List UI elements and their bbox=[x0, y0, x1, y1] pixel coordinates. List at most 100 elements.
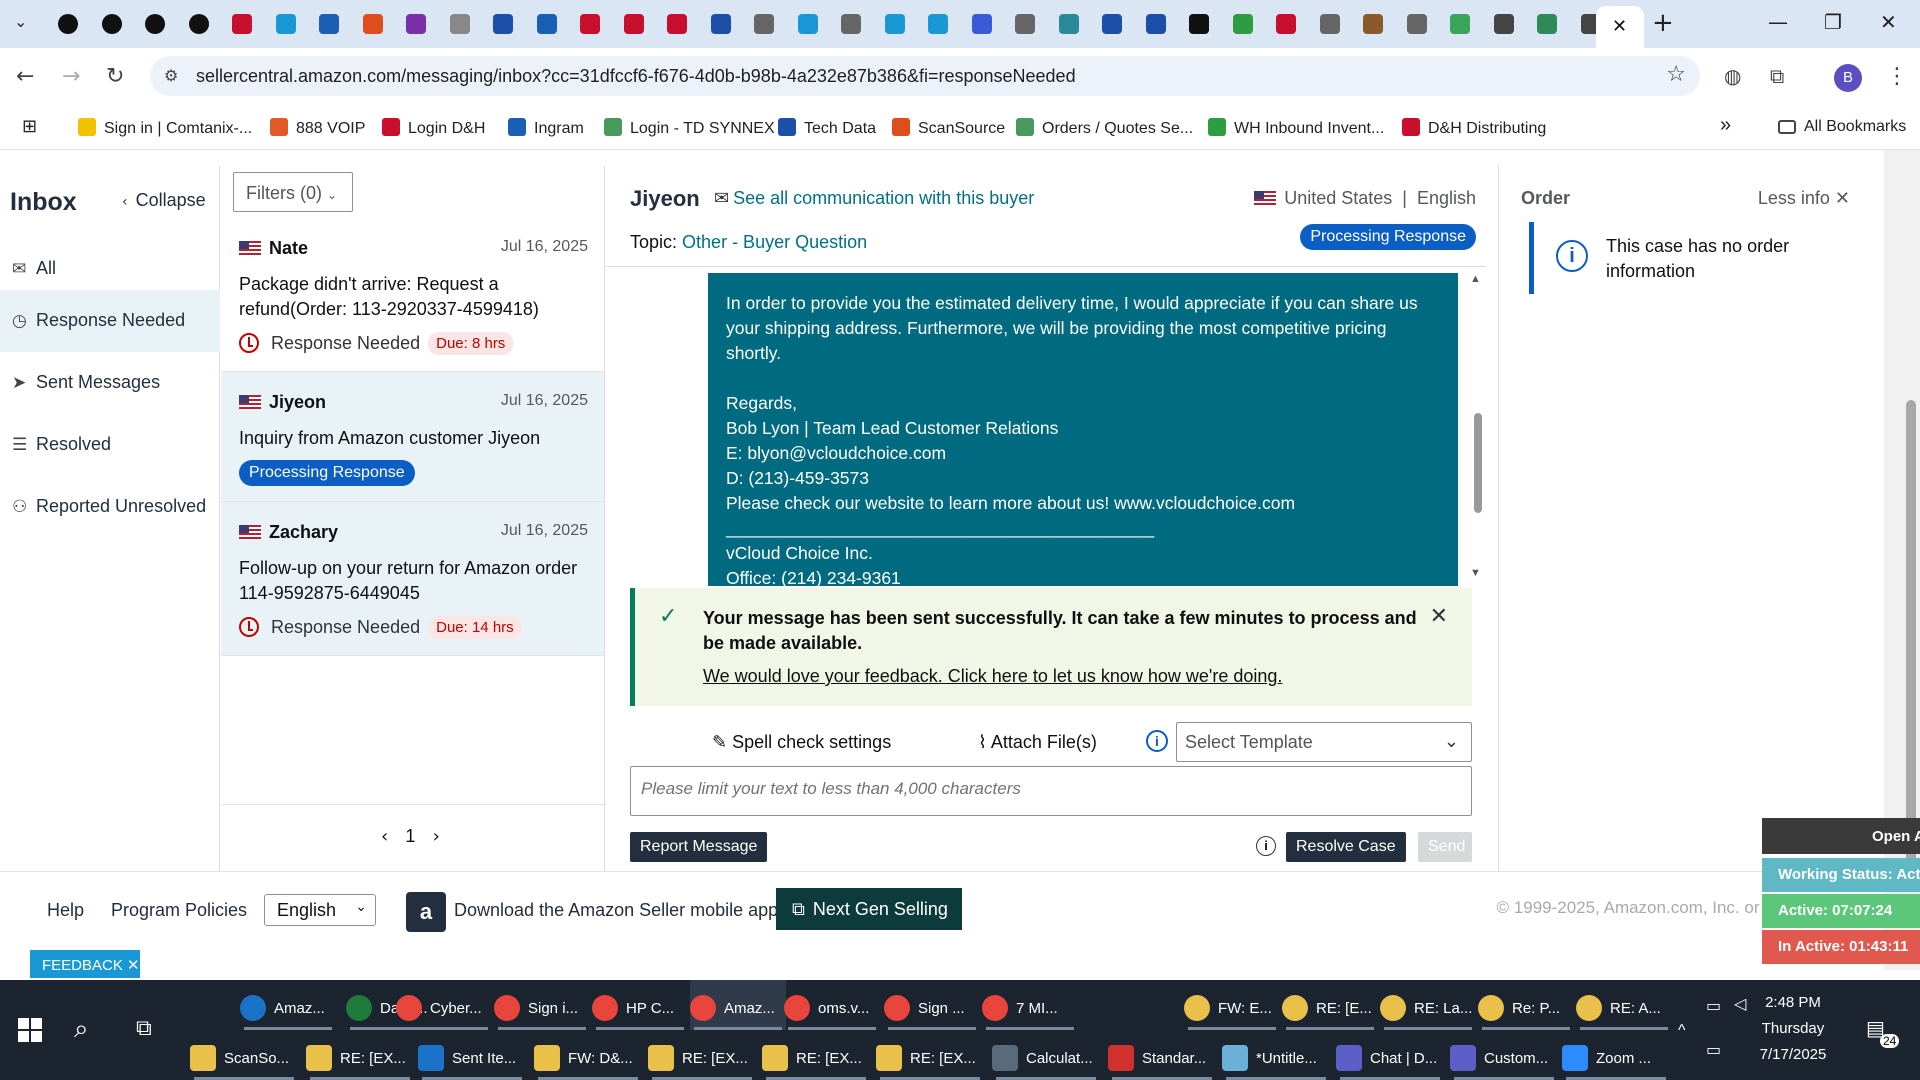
taskbar-item[interactable]: RE: [E... bbox=[1282, 980, 1378, 1030]
tab-favicon[interactable] bbox=[1276, 14, 1296, 34]
bookmark-item[interactable]: Tech Data bbox=[778, 118, 876, 138]
tab-favicon[interactable] bbox=[362, 14, 383, 34]
tab-favicon[interactable] bbox=[667, 14, 687, 34]
tab-favicon[interactable] bbox=[1450, 14, 1470, 34]
info-icon[interactable]: i bbox=[1256, 836, 1276, 856]
taskbar-item[interactable]: Custom... bbox=[1450, 1030, 1558, 1080]
tab-close-icon[interactable]: ✕ bbox=[1612, 16, 1627, 37]
tab-favicon[interactable] bbox=[145, 14, 165, 34]
bookmark-item[interactable]: Login - TD SYNNEX bbox=[604, 118, 775, 138]
maximize-button[interactable]: ❐ bbox=[1824, 10, 1842, 34]
tray-chevron-icon[interactable]: ^ bbox=[1678, 1022, 1686, 1040]
topic-value[interactable]: Other - Buyer Question bbox=[682, 232, 867, 252]
status-widget-open[interactable]: Open A bbox=[1762, 818, 1920, 854]
system-clock[interactable]: 2:48 PM Thursday 7/17/2025 bbox=[1738, 990, 1848, 1068]
taskbar-item[interactable]: RE: [EX... bbox=[648, 1030, 756, 1080]
taskbar-item[interactable]: 7 MI... bbox=[982, 980, 1078, 1030]
taskbar-item[interactable]: Amaz... bbox=[240, 980, 336, 1030]
send-button[interactable]: Send bbox=[1418, 832, 1472, 862]
bookmark-item[interactable]: WH Inbound Invent... bbox=[1208, 118, 1384, 138]
page-scroll-thumb[interactable] bbox=[1906, 400, 1916, 880]
task-view-icon[interactable]: ⧉ bbox=[136, 1016, 152, 1041]
feedback-link[interactable]: We would love your feedback. Click here … bbox=[703, 666, 1282, 687]
bookmarks-overflow-icon[interactable]: » bbox=[1720, 114, 1731, 137]
taskbar-item[interactable]: Re: P... bbox=[1478, 980, 1574, 1030]
bookmark-item[interactable]: Orders / Quotes Se... bbox=[1016, 118, 1193, 138]
info-icon[interactable]: i bbox=[1146, 730, 1168, 752]
bookmark-item[interactable]: Login D&H bbox=[382, 118, 485, 138]
nav-resolved[interactable]: ☰ Resolved bbox=[0, 414, 220, 476]
tab-favicon[interactable] bbox=[1319, 14, 1340, 34]
tab-favicon[interactable] bbox=[623, 14, 644, 34]
see-all-communication-link[interactable]: ✉ See all communication with this buyer bbox=[714, 188, 1034, 209]
scroll-up-icon[interactable]: ▲ bbox=[1470, 273, 1481, 285]
tab-favicon[interactable] bbox=[275, 14, 296, 34]
taskbar-item[interactable]: oms.v... bbox=[784, 980, 880, 1030]
menu-icon[interactable]: ⋮ bbox=[1886, 64, 1908, 89]
bookmark-item[interactable]: Ingram bbox=[508, 118, 584, 138]
spell-check-button[interactable]: ✎ Spell check settings bbox=[712, 732, 891, 753]
message-card-jiyeon[interactable]: Jiyeon Jul 16, 2025 Inquiry from Amazon … bbox=[221, 372, 604, 502]
taskbar-item[interactable]: FW: E... bbox=[1184, 980, 1280, 1030]
tab-favicon[interactable] bbox=[797, 14, 818, 34]
windows-start-icon[interactable] bbox=[18, 1018, 42, 1042]
taskbar-item[interactable]: RE: [EX... bbox=[306, 1030, 414, 1080]
taskbar-item[interactable]: Calculat... bbox=[992, 1030, 1100, 1080]
next-page-icon[interactable]: › bbox=[433, 826, 440, 847]
tab-search-icon[interactable]: ⌄ bbox=[14, 12, 27, 31]
tab-favicon[interactable] bbox=[580, 14, 600, 34]
tab-favicon[interactable] bbox=[1145, 14, 1166, 34]
tab-favicon[interactable] bbox=[188, 14, 209, 34]
tab-favicon[interactable] bbox=[1232, 14, 1253, 34]
tab-favicon[interactable] bbox=[449, 14, 470, 34]
minimize-button[interactable]: — bbox=[1768, 10, 1788, 34]
tab-favicon[interactable] bbox=[58, 14, 78, 34]
network-icon[interactable]: ▭ bbox=[1706, 1040, 1721, 1059]
tab-favicon[interactable] bbox=[1363, 14, 1383, 34]
tab-favicon[interactable] bbox=[884, 14, 905, 34]
active-tab[interactable]: ✕ bbox=[1596, 6, 1644, 48]
search-icon[interactable]: ⌕ bbox=[74, 1014, 89, 1045]
bookmark-item[interactable]: D&H Distributing bbox=[1402, 118, 1546, 138]
taskbar-item[interactable]: *Untitle... bbox=[1222, 1030, 1330, 1080]
tab-favicon[interactable] bbox=[536, 14, 557, 34]
report-message-button[interactable]: Report Message bbox=[630, 832, 768, 862]
bookmark-star-icon[interactable]: ☆ bbox=[1666, 62, 1686, 87]
thread-scrollbar[interactable]: ▲ ▼ bbox=[1468, 273, 1486, 583]
nav-response-needed[interactable]: ◷ Response Needed bbox=[0, 290, 220, 352]
collapse-button[interactable]: ‹ Collapse bbox=[122, 190, 206, 211]
globe-icon[interactable]: ◍ bbox=[1724, 64, 1741, 88]
tab-favicon[interactable] bbox=[1189, 14, 1209, 34]
taskbar-item[interactable]: RE: [EX... bbox=[762, 1030, 870, 1080]
taskbar-item[interactable]: ScanSo... bbox=[190, 1030, 298, 1080]
tab-favicon[interactable] bbox=[841, 14, 861, 34]
attach-files-button[interactable]: ⌇ Attach File(s) bbox=[978, 732, 1097, 753]
bookmark-item[interactable]: ScanSource bbox=[892, 118, 1005, 138]
thread-scroll-thumb[interactable] bbox=[1474, 413, 1482, 513]
filters-button[interactable]: Filters (0) ⌄ bbox=[233, 172, 353, 212]
taskbar-item[interactable]: FW: D&... bbox=[534, 1030, 642, 1080]
address-bar[interactable]: ⚙ sellercentral.amazon.com/messaging/inb… bbox=[150, 56, 1700, 96]
taskbar-item[interactable]: RE: La... bbox=[1380, 980, 1476, 1030]
taskbar-item[interactable]: Cyber... bbox=[396, 980, 492, 1030]
taskbar-item[interactable]: Amaz... bbox=[690, 980, 786, 1030]
help-link[interactable]: Help bbox=[47, 900, 84, 921]
taskbar-item[interactable]: Sent Ite... bbox=[418, 1030, 526, 1080]
bookmark-item[interactable]: Sign in | Comtanix-... bbox=[78, 118, 252, 138]
scroll-down-icon[interactable]: ▼ bbox=[1470, 567, 1481, 579]
taskbar-item[interactable]: Chat | D... bbox=[1336, 1030, 1444, 1080]
taskbar-item[interactable]: RE: [EX... bbox=[876, 1030, 984, 1080]
resolve-case-button[interactable]: Resolve Case bbox=[1286, 832, 1406, 862]
back-button[interactable]: ← bbox=[16, 64, 34, 89]
reload-button[interactable]: ↻ bbox=[106, 64, 124, 89]
notification-center[interactable]: ▤ 24 bbox=[1866, 1016, 1900, 1048]
tab-favicon[interactable] bbox=[1537, 14, 1557, 34]
reply-textarea[interactable]: Please limit your text to less than 4,00… bbox=[630, 766, 1472, 816]
taskbar-item[interactable]: Standar... bbox=[1108, 1030, 1216, 1080]
language-select[interactable]: English ⌄ bbox=[264, 894, 376, 926]
tab-favicon[interactable] bbox=[1058, 14, 1079, 34]
select-template-dropdown[interactable]: Select Template ⌄ bbox=[1176, 722, 1472, 762]
site-info-icon[interactable]: ⚙ bbox=[164, 66, 178, 85]
nav-sent-messages[interactable]: ➤ Sent Messages bbox=[0, 352, 220, 414]
new-tab-button[interactable]: + bbox=[1652, 8, 1674, 38]
